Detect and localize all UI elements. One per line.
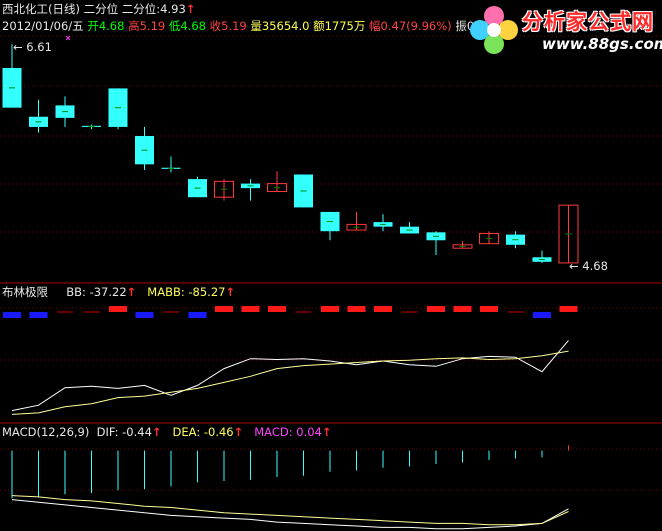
boll-bar-down bbox=[29, 312, 48, 318]
header-line1: 西北化工(日线) 二分位 二分位:4.93↑ bbox=[2, 2, 195, 16]
vol-label: 量 bbox=[250, 19, 262, 33]
stock-chart[interactable] bbox=[0, 0, 662, 531]
logo-title: 分析家公式网 bbox=[522, 10, 654, 34]
up-arrow-icon: ↑ bbox=[233, 425, 244, 439]
up-arrow-icon: ↑ bbox=[321, 425, 332, 439]
macd-label: MACD: bbox=[254, 425, 293, 439]
close-label: 收 bbox=[209, 19, 222, 33]
header-line2: 2012/01/06/五 开4.68 高5.19 低4.68 收5.19 量35… bbox=[2, 19, 485, 33]
boll-bar-up bbox=[559, 306, 578, 312]
open-value: 4.68 bbox=[98, 19, 125, 33]
low-price-value: 4.68 bbox=[582, 259, 608, 273]
vol-value: 35654.0 bbox=[261, 19, 310, 33]
boll-bar-up bbox=[215, 306, 233, 312]
boll-panel bbox=[3, 306, 578, 415]
up-arrow-icon: ↑ bbox=[151, 425, 162, 439]
crosshair-marker-icon bbox=[65, 35, 71, 41]
close-value: 5.19 bbox=[221, 19, 247, 33]
amt-value: 1775万 bbox=[324, 19, 366, 33]
candlestick-series bbox=[2, 44, 579, 264]
boll-bar-up bbox=[347, 306, 366, 312]
boll-name: 布林极限 bbox=[2, 285, 48, 299]
low-price-mark: ← 4.68 bbox=[569, 259, 608, 273]
dea-line bbox=[11, 495, 569, 526]
boll-bar-up bbox=[480, 306, 498, 312]
chg-label: 幅 bbox=[369, 19, 381, 33]
indicator2-label: 二分位: bbox=[121, 2, 161, 16]
dea-value: -0.46 bbox=[203, 425, 234, 439]
indicator2-value: 4.93 bbox=[160, 2, 186, 16]
up-arrow-icon: ↑ bbox=[126, 285, 137, 299]
high-price-mark: ← 6.61 bbox=[13, 40, 52, 54]
dif-value: -0.44 bbox=[122, 425, 152, 439]
mabb-label: MABB: bbox=[147, 285, 185, 299]
high-label: 高 bbox=[128, 19, 140, 33]
macd-value: 0.04 bbox=[296, 425, 322, 439]
boll-bar-down bbox=[188, 312, 207, 318]
boll-bar-up bbox=[241, 306, 260, 312]
dif-label: DIF: bbox=[96, 425, 119, 439]
bb-value: -37.22 bbox=[89, 285, 127, 299]
mabb-line bbox=[11, 350, 569, 415]
mabb-value: -85.27 bbox=[188, 285, 226, 299]
boll-bar-up bbox=[374, 306, 392, 312]
boll-bar-up bbox=[268, 306, 286, 312]
up-arrow-icon: ↑ bbox=[185, 2, 196, 16]
high-price-value: 6.61 bbox=[26, 40, 52, 54]
boll-bar-down bbox=[533, 312, 551, 318]
boll-bar-up bbox=[427, 306, 445, 312]
indicator1: 二分位 bbox=[83, 2, 119, 16]
open-label: 开 bbox=[87, 19, 99, 33]
flower-logo-icon bbox=[470, 6, 518, 54]
up-arrow-icon: ↑ bbox=[225, 285, 236, 299]
high-value: 5.19 bbox=[139, 19, 166, 33]
chg-value: 0.47(9.96%) bbox=[380, 19, 452, 33]
boll-bar-up bbox=[321, 306, 339, 312]
boll-bar-down bbox=[3, 312, 21, 318]
macd-header: MACD(12,26,9) DIF: -0.44↑ DEA: -0.46↑ MA… bbox=[2, 425, 332, 439]
logo-url: www.88gs.com bbox=[542, 35, 662, 53]
site-logo: 分析家公式网 www.88gs.com bbox=[460, 4, 662, 56]
boll-bar-up bbox=[453, 306, 472, 312]
dea-label: DEA: bbox=[172, 425, 201, 439]
low-value: 4.68 bbox=[180, 19, 206, 33]
amt-label: 额 bbox=[313, 19, 325, 33]
macd-name: MACD(12,26,9) bbox=[2, 425, 90, 439]
bb-label: BB: bbox=[66, 285, 86, 299]
boll-bar-down bbox=[135, 312, 154, 318]
low-label: 低 bbox=[168, 19, 181, 33]
boll-header: 布林极限 BB: -37.22↑ MABB: -85.27↑ bbox=[2, 285, 235, 299]
boll-bar-up bbox=[109, 306, 127, 312]
stock-name: 西北化工(日线) bbox=[2, 2, 80, 16]
macd-panel bbox=[11, 445, 569, 530]
date-label: 2012/01/06/五 bbox=[2, 19, 84, 33]
bb-line bbox=[11, 340, 569, 412]
